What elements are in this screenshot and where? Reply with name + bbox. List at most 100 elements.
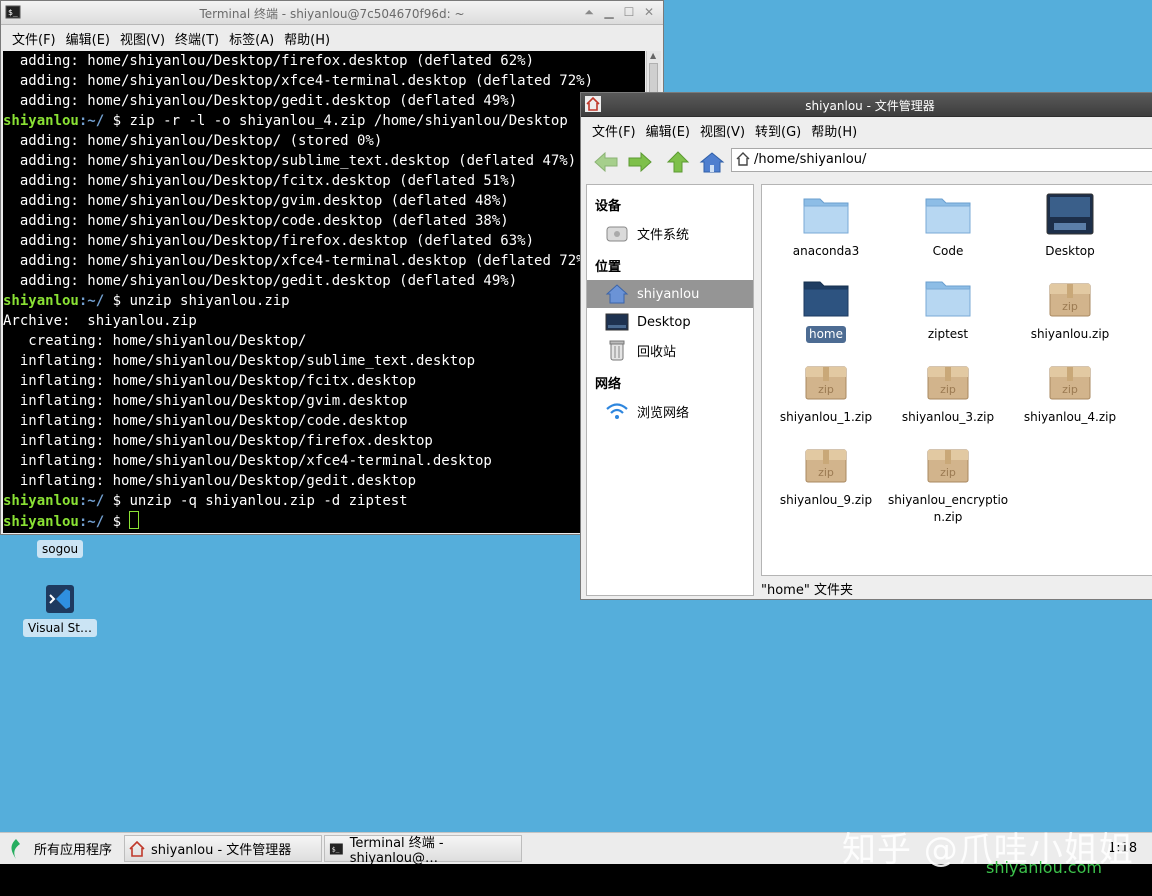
output-text: inflating: home/shiyanlou/Desktop/firefo… [3,433,433,449]
folder-icon [803,281,849,317]
terminal-line: creating: home/shiyanlou/Desktop/ [3,331,645,351]
apps-menu-button[interactable]: 所有应用程序 [6,835,122,862]
sidebar-label: 文件系统 [637,227,690,243]
maximize-icon[interactable]: ☐ [621,4,637,20]
shade-icon[interactable]: ⏶ [581,4,597,20]
terminal-line: shiyanlou:~/ $ zip -r -l -o shiyanlou_4.… [3,111,645,131]
output-text: adding: home/shiyanlou/Desktop/firefox.d… [3,233,535,249]
close-icon[interactable]: ✕ [641,4,657,20]
zip-archive-icon: zip [1049,283,1091,317]
fm-icon-view[interactable]: anaconda3 Code Desktop home ziptest zip shiyan… [761,184,1152,576]
terminal-line: adding: home/shiyanlou/Desktop/firefox.d… [3,51,645,71]
drive-icon [606,226,628,242]
terminal-line: adding: home/shiyanlou/Desktop/code.desk… [3,211,645,231]
menu-view[interactable]: 视图(V) [120,29,165,48]
command-text: unzip -q shiyanlou.zip -d ziptest [129,493,408,509]
fm-menu-edit[interactable]: 编辑(E) [646,121,690,140]
zip-archive-icon: zip [805,366,847,400]
terminal-output[interactable]: adding: home/shiyanlou/Desktop/firefox.d… [3,51,645,533]
prompt-user: shiyanlou [3,493,79,509]
file-item[interactable]: zip shiyanlou_4.zip [1010,359,1130,426]
desktop-icon-sogou[interactable]: sogou [37,540,84,558]
sidebar-item-filesystem[interactable]: 文件系统 [587,219,753,247]
forward-arrow-icon[interactable] [627,151,653,173]
home-task-icon [129,840,145,857]
back-arrow-icon[interactable] [593,151,619,173]
fm-titlebar[interactable]: shiyanlou - 文件管理器 [581,93,1152,117]
file-label: Code [888,243,1008,260]
file-label: Desktop [1010,243,1130,260]
zip-archive-icon: zip [805,449,847,483]
svg-text:zip: zip [818,383,834,396]
svg-text:zip: zip [940,466,956,479]
file-item[interactable]: Code [888,193,1008,260]
task-terminal[interactable]: $_ Terminal 终端 - shiyanlou@… [324,835,522,866]
sidebar-item-trash[interactable]: 回收站 [587,336,753,364]
vscode-icon[interactable] [44,583,76,615]
output-text: adding: home/shiyanlou/Desktop/code.desk… [3,213,509,229]
sidebar-item-home[interactable]: shiyanlou [587,280,753,308]
file-item[interactable]: anaconda3 [766,193,886,260]
fm-menu-view[interactable]: 视图(V) [700,121,745,140]
fm-menu-help[interactable]: 帮助(H) [811,121,857,140]
sidebar-item-network[interactable]: 浏览网络 [587,397,753,425]
fm-sidebar: 设备 文件系统 位置 shiyanlou Desktop 回收站 网络 浏览网络 [586,184,754,596]
terminal-line: adding: home/shiyanlou/Desktop/firefox.d… [3,231,645,251]
output-text: adding: home/shiyanlou/Desktop/gedit.des… [3,273,518,289]
output-text: inflating: home/shiyanlou/Desktop/gedit.… [3,473,417,489]
svg-text:zip: zip [1062,383,1078,396]
terminal-line: inflating: home/shiyanlou/Desktop/sublim… [3,351,645,371]
file-manager-window[interactable]: shiyanlou - 文件管理器 文件(F) 编辑(E) 视图(V) 转到(G… [580,92,1152,600]
terminal-line: adding: home/shiyanlou/Desktop/gvim.desk… [3,191,645,211]
fm-menu-file[interactable]: 文件(F) [592,121,636,140]
file-label-line: shiyanlou_encryptio [888,493,1009,507]
task-file-manager[interactable]: shiyanlou - 文件管理器 [124,835,322,862]
terminal-titlebar[interactable]: $_ Terminal 终端 - shiyanlou@7c504670f96d:… [1,1,663,25]
output-text: inflating: home/shiyanlou/Desktop/sublim… [3,353,476,369]
desktop-icon-vscode-label[interactable]: Visual St… [23,619,97,637]
file-item[interactable]: home [766,276,886,343]
output-text: adding: home/shiyanlou/Desktop/sublime_t… [3,153,577,169]
file-item[interactable]: zip shiyanlou_9.zip [766,442,886,509]
prompt-symbol: $ [104,113,130,129]
fm-menu-go[interactable]: 转到(G) [755,121,801,140]
menu-terminal[interactable]: 终端(T) [175,29,219,48]
terminal-line: inflating: home/shiyanlou/Desktop/gvim.d… [3,391,645,411]
file-item[interactable]: zip shiyanlou_encryptio n.zip [888,442,1008,526]
terminal-line: adding: home/shiyanlou/Desktop/gedit.des… [3,91,645,111]
menu-file[interactable]: 文件(F) [12,29,56,48]
fm-menubar: 文件(F) 编辑(E) 视图(V) 转到(G) 帮助(H) [581,117,1152,143]
file-item[interactable]: zip shiyanlou_1.zip [766,359,886,426]
sidebar-header-network: 网络 [595,377,622,392]
file-item[interactable]: ziptest [888,276,1008,343]
fm-statusbar: "home" 文件夹 [761,583,853,598]
prompt-user: shiyanlou [3,514,79,530]
up-arrow-icon[interactable] [665,151,691,173]
file-label-text: shiyanlou_1.zip [779,410,873,424]
sidebar-label: Desktop [637,314,691,330]
terminal-line: shiyanlou:~/ $ unzip -q shiyanlou.zip -d… [3,491,645,511]
menu-help[interactable]: 帮助(H) [284,29,330,48]
zip-archive-icon: zip [1049,366,1091,400]
file-item[interactable]: zip shiyanlou.zip [1010,276,1130,343]
home-nav-icon[interactable] [699,151,725,173]
file-item[interactable]: zip shiyanlou_3.zip [888,359,1008,426]
file-item[interactable]: Desktop [1010,193,1130,260]
command-text: unzip shiyanlou.zip [129,293,290,309]
output-text: Archive: shiyanlou.zip [3,313,197,329]
menu-tabs[interactable]: 标签(A) [229,29,274,48]
terminal-window[interactable]: $_ Terminal 终端 - shiyanlou@7c504670f96d:… [0,0,664,535]
prompt-user: shiyanlou [3,113,79,129]
svg-text:$_: $_ [332,845,340,853]
minimize-icon[interactable]: ▁ [601,4,617,20]
output-text: inflating: home/shiyanlou/Desktop/code.d… [3,413,408,429]
menu-edit[interactable]: 编辑(E) [66,29,110,48]
prompt-dir: :~/ [78,514,105,530]
location-bar[interactable]: /home/shiyanlou/ [731,148,1152,172]
prompt-dir: :~/ [78,113,105,129]
file-label-text: shiyanlou_9.zip [779,493,873,507]
file-label-text: Code [932,244,964,258]
sidebar-header-devices: 设备 [595,199,622,214]
scroll-up-icon[interactable]: ▲ [650,51,656,60]
sidebar-item-desktop[interactable]: Desktop [587,308,753,336]
